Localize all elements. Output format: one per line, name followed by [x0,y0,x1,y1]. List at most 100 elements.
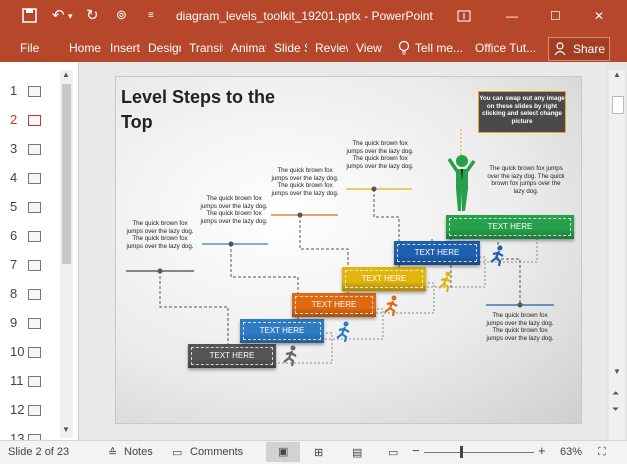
tab-transitions[interactable]: Transitions [189,41,223,55]
slide-thumbnail[interactable] [28,231,41,242]
share-button[interactable]: Share [548,37,610,61]
scroll-up-icon[interactable]: ▲ [613,70,621,79]
minimize-button[interactable]: — [506,9,518,23]
normal-view-icon: ▣ [278,446,289,458]
scroll-thumb[interactable] [612,96,624,114]
step-2-description[interactable]: The quick brown fox jumps over the lazy … [198,195,270,225]
normal-view-button[interactable]: ▣ [266,442,300,462]
step-1-label: TEXT HERE [209,351,255,360]
thumbnail-number[interactable]: 6 [10,228,17,243]
thumbnail-number[interactable]: 9 [10,315,17,330]
step-5-description[interactable]: The quick brown fox jumps over the lazy … [484,312,556,342]
thumbnail-number[interactable]: 8 [10,286,17,301]
slide-thumbnail[interactable] [28,260,41,271]
step-3-block[interactable]: TEXT HERE [292,293,376,317]
slide-counter[interactable]: Slide 2 of 23 [8,446,69,458]
runner-icon[interactable] [436,271,456,293]
thumbnail-number[interactable]: 12 [10,402,24,417]
step-1-block[interactable]: TEXT HERE [188,344,276,368]
step-6-label: TEXT HERE [487,222,533,231]
callout-box[interactable]: You can swap out any image on these slid… [478,91,566,133]
step-3-description[interactable]: The quick brown fox jumps over the lazy … [269,167,341,197]
slide-thumbnail[interactable] [28,347,41,358]
next-slide-icon[interactable]: ⏷ [612,404,619,415]
slide-sorter-icon[interactable]: ⊞ [314,446,323,459]
fit-to-window-icon[interactable]: ⛶ [598,446,606,459]
step-4-description[interactable]: The quick brown fox jumps over the lazy … [344,140,416,170]
thumbnail-number[interactable]: 2 [10,112,17,127]
slide-thumbnail[interactable] [28,318,41,329]
scroll-thumb[interactable] [62,84,71,264]
scroll-down-icon[interactable]: ▼ [613,367,621,376]
customize-toolbar-icon[interactable]: ≡ [148,10,154,21]
zoom-out-button[interactable]: − [412,443,420,458]
present-icon[interactable]: ⊚ [116,7,127,23]
scroll-up-icon[interactable]: ▲ [62,70,70,79]
comments-button[interactable]: Comments [190,446,243,458]
undo-icon[interactable]: ↶ [52,6,65,24]
redo-icon[interactable]: ↻ [86,6,99,24]
runner-icon[interactable] [281,345,301,367]
save-icon[interactable] [22,8,38,24]
title-bar: ↶ ▾ ↻ ⊚ ≡ diagram_levels_toolkit_19201.p… [0,0,627,33]
account-name[interactable]: Office Tut... [475,41,536,55]
tab-view[interactable]: View [356,41,382,55]
runner-icon[interactable] [382,295,402,317]
zoom-level[interactable]: 63% [560,446,582,458]
undo-dropdown-icon[interactable]: ▾ [68,11,73,22]
tab-file[interactable]: File [20,41,39,55]
tab-review[interactable]: Review [315,41,348,55]
thumbnail-number[interactable]: 10 [10,344,24,359]
thumbnail-number[interactable]: 4 [10,170,17,185]
slide-thumbnail[interactable] [28,289,41,300]
step-6-description[interactable]: The quick brown fox jumps over the lazy … [486,165,566,195]
winner-figure-icon[interactable] [446,151,476,213]
step-5-label: TEXT HERE [414,248,460,257]
slide-thumbnail[interactable] [28,86,41,97]
step-3-label: TEXT HERE [311,300,357,309]
slide-thumbnail[interactable] [28,115,41,126]
step-1-description[interactable]: The quick brown fox jumps over the lazy … [124,220,196,250]
lightbulb-icon [398,40,410,55]
zoom-slider-handle[interactable] [460,446,463,458]
status-bar: Slide 2 of 23 ≙ Notes ▭ Comments ▣ ⊞ ▤ ▭… [0,440,627,464]
thumbnail-scrollbar[interactable]: ▲ ▼ [60,70,73,438]
thumbnail-number[interactable]: 7 [10,257,17,272]
zoom-in-button[interactable]: + [538,443,546,458]
zoom-slider[interactable] [424,452,534,453]
thumbnail-number[interactable]: 3 [10,141,17,156]
reading-view-icon[interactable]: ▤ [352,446,362,459]
previous-slide-icon[interactable]: ⏶ [612,388,619,399]
runner-icon[interactable] [488,245,508,267]
slide-thumbnail[interactable] [28,202,41,213]
thumbnail-number[interactable]: 11 [10,373,24,388]
tab-home[interactable]: Home [69,41,102,55]
thumbnail-number[interactable]: 1 [10,83,17,98]
tab-slide-show[interactable]: Slide Show [274,41,307,55]
tab-insert[interactable]: Insert [110,41,142,55]
comments-icon[interactable]: ▭ [172,446,182,459]
tell-me-search[interactable]: Tell me... [415,41,463,55]
person-add-icon [554,42,566,56]
tab-animations[interactable]: Animations [231,41,266,55]
step-6-block[interactable]: TEXT HERE [446,215,574,239]
slide-thumbnail[interactable] [28,144,41,155]
ribbon-display-icon[interactable] [457,10,471,22]
tab-design[interactable]: Design [148,41,181,55]
step-2-block[interactable]: TEXT HERE [240,319,324,343]
slide-thumbnail[interactable] [28,376,41,387]
notes-icon[interactable]: ≙ [108,446,117,459]
notes-button[interactable]: Notes [124,446,153,458]
maximize-button[interactable]: ☐ [550,9,561,23]
step-5-block[interactable]: TEXT HERE [394,241,480,265]
slideshow-view-icon[interactable]: ▭ [388,446,398,459]
scroll-down-icon[interactable]: ▼ [62,425,70,434]
slide-canvas[interactable]: Level Steps to the Top The quick brown f… [115,76,582,424]
thumbnail-number[interactable]: 5 [10,199,17,214]
slide-thumbnail[interactable] [28,405,41,416]
slide-thumbnail[interactable] [28,173,41,184]
step-4-block[interactable]: TEXT HERE [342,267,426,291]
runner-icon[interactable] [334,321,354,343]
close-button[interactable]: ✕ [594,9,604,23]
slide-scrollbar[interactable]: ▲ ▼ ⏶ ⏷ [609,70,625,440]
